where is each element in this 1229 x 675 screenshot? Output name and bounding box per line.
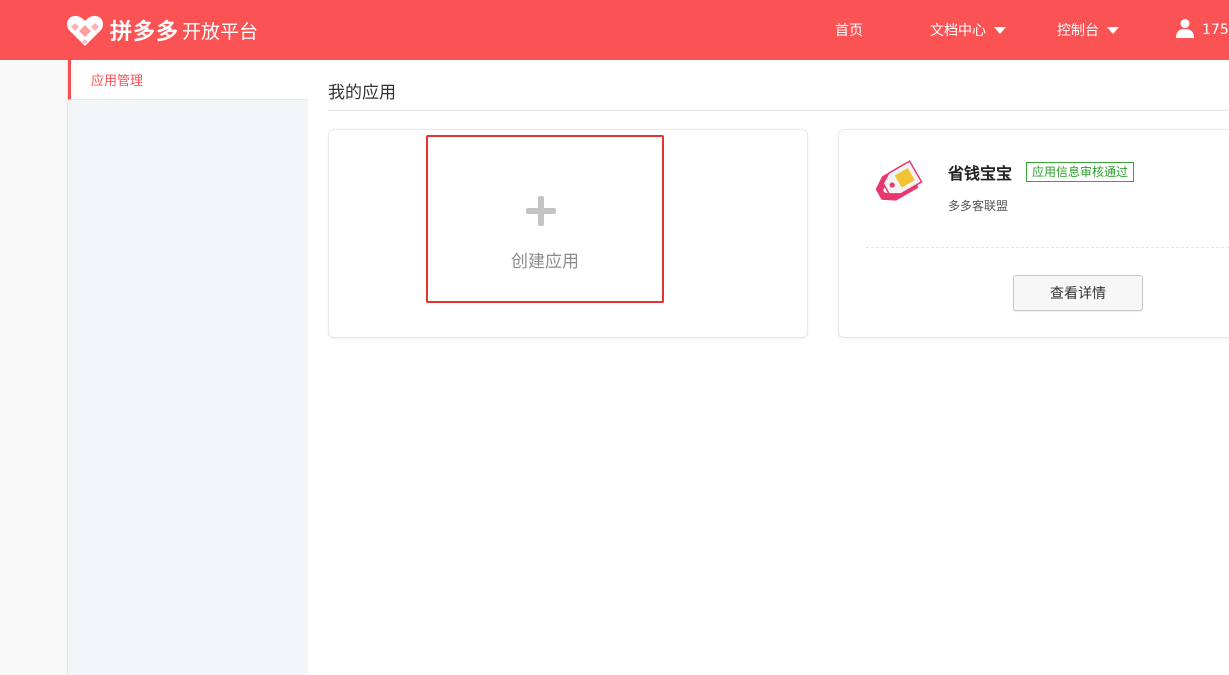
logo[interactable]: 拼多多 开放平台 bbox=[66, 12, 258, 48]
app-type: 多多客联盟 bbox=[948, 199, 1009, 213]
price-tag-icon bbox=[870, 160, 926, 216]
nav-docs-label: 文档中心 bbox=[930, 23, 986, 39]
logo-heart-icon bbox=[66, 13, 104, 47]
chevron-down-icon bbox=[1107, 26, 1119, 34]
nav-docs[interactable]: 文档中心 bbox=[930, 0, 1006, 60]
app-name: 省钱宝宝 bbox=[948, 164, 1013, 183]
title-divider bbox=[328, 110, 1229, 111]
logo-brand-text: 拼多多 bbox=[110, 20, 180, 45]
app-card-divider bbox=[866, 247, 1229, 248]
logo-platform-text: 开放平台 bbox=[182, 20, 259, 43]
create-app-button[interactable]: 创建应用 bbox=[426, 135, 664, 303]
top-navbar: 拼多多 开放平台 首页 文档中心 控制台 175 bbox=[0, 0, 1229, 60]
user-name: 175 bbox=[1202, 22, 1229, 38]
user-icon bbox=[1176, 18, 1194, 42]
nav-console[interactable]: 控制台 bbox=[1057, 0, 1119, 60]
page-title: 我的应用 bbox=[328, 83, 396, 103]
sidebar-item-label: 应用管理 bbox=[91, 74, 144, 89]
sidebar: 应用管理 bbox=[68, 60, 308, 675]
user-menu[interactable]: 175 bbox=[1176, 0, 1229, 60]
chevron-down-icon bbox=[994, 26, 1006, 34]
nav-home[interactable]: 首页 bbox=[835, 0, 863, 60]
left-gutter bbox=[0, 60, 68, 675]
nav-home-label: 首页 bbox=[835, 23, 863, 39]
plus-icon bbox=[525, 195, 557, 227]
nav-console-label: 控制台 bbox=[1057, 23, 1099, 39]
create-app-label: 创建应用 bbox=[511, 252, 579, 272]
sidebar-item-app-management[interactable]: 应用管理 bbox=[68, 60, 308, 100]
view-details-button[interactable]: 查看详情 bbox=[1013, 275, 1143, 311]
status-badge: 应用信息审核通过 bbox=[1026, 162, 1135, 182]
